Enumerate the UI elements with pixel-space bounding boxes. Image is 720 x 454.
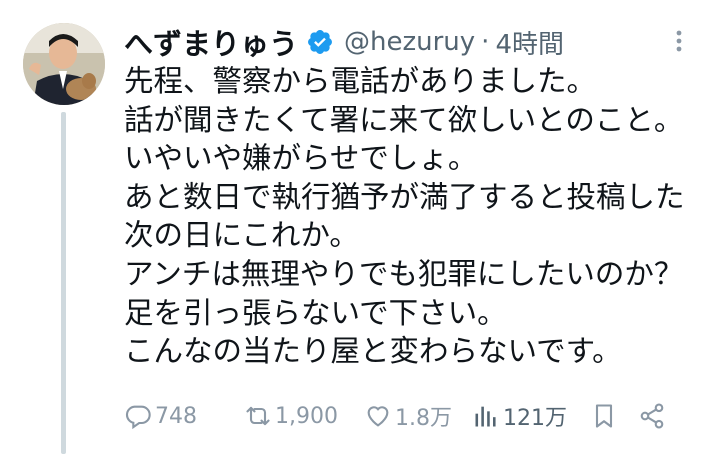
more-icon[interactable]: [664, 26, 694, 56]
avatar-photo: [23, 23, 105, 105]
tweet-line: こんなの当たり屋と変わらないです。: [124, 334, 622, 369]
views-button[interactable]: 121万: [472, 400, 590, 432]
retweet-button[interactable]: 1,900: [244, 402, 364, 430]
author-handle[interactable]: @hezuruy: [344, 27, 475, 57]
author-name[interactable]: へずまりゅう: [124, 21, 298, 63]
reply-count: 748: [155, 403, 197, 429]
tweet-line: 足を引っ張らないで下さい。: [124, 295, 507, 330]
tweet-timestamp[interactable]: 4時間: [495, 24, 564, 61]
like-icon: [367, 406, 389, 427]
tweet-line: いやいや嫌がらせでしょ。: [124, 141, 478, 176]
share-icon: [640, 403, 664, 429]
header-separator: ·: [481, 27, 490, 57]
tweet-line: あと数日で執行猶予が満了すると投稿した: [124, 179, 685, 214]
reply-button[interactable]: 748: [124, 402, 244, 430]
tweet-line: 先程、警察から電話がありました。: [124, 64, 597, 98]
like-count: 1.8万: [395, 406, 452, 431]
retweet-icon: [246, 406, 270, 426]
verified-badge-icon: [308, 30, 332, 54]
views-count: 121万: [503, 406, 567, 431]
thread-line: [61, 112, 66, 454]
views-icon: [475, 406, 496, 427]
like-button[interactable]: 1.8万: [364, 400, 472, 432]
tweet-header: へずまりゅう @hezuruy · 4時間: [124, 22, 564, 62]
reply-icon: [125, 405, 151, 430]
retweet-count: 1,900: [275, 403, 338, 429]
bookmark-button[interactable]: [590, 402, 638, 430]
avatar[interactable]: [23, 23, 105, 105]
tweet-line: 話が聞きたくて署に来て欲しいとのこと。: [124, 102, 684, 137]
bookmark-icon: [595, 404, 613, 428]
tweet-actions: 748 1,900 1.8万 121万: [124, 396, 704, 436]
tweet-line: 次の日にこれか。: [124, 218, 359, 253]
tweet-line: アンチは無理やりでも犯罪にしたいのか？: [124, 256, 684, 291]
share-button[interactable]: [638, 402, 678, 430]
tweet-text: 先程、警察から電話がありました。 話が聞きたくて署に来て欲しいとのこと。 いやい…: [124, 62, 714, 371]
